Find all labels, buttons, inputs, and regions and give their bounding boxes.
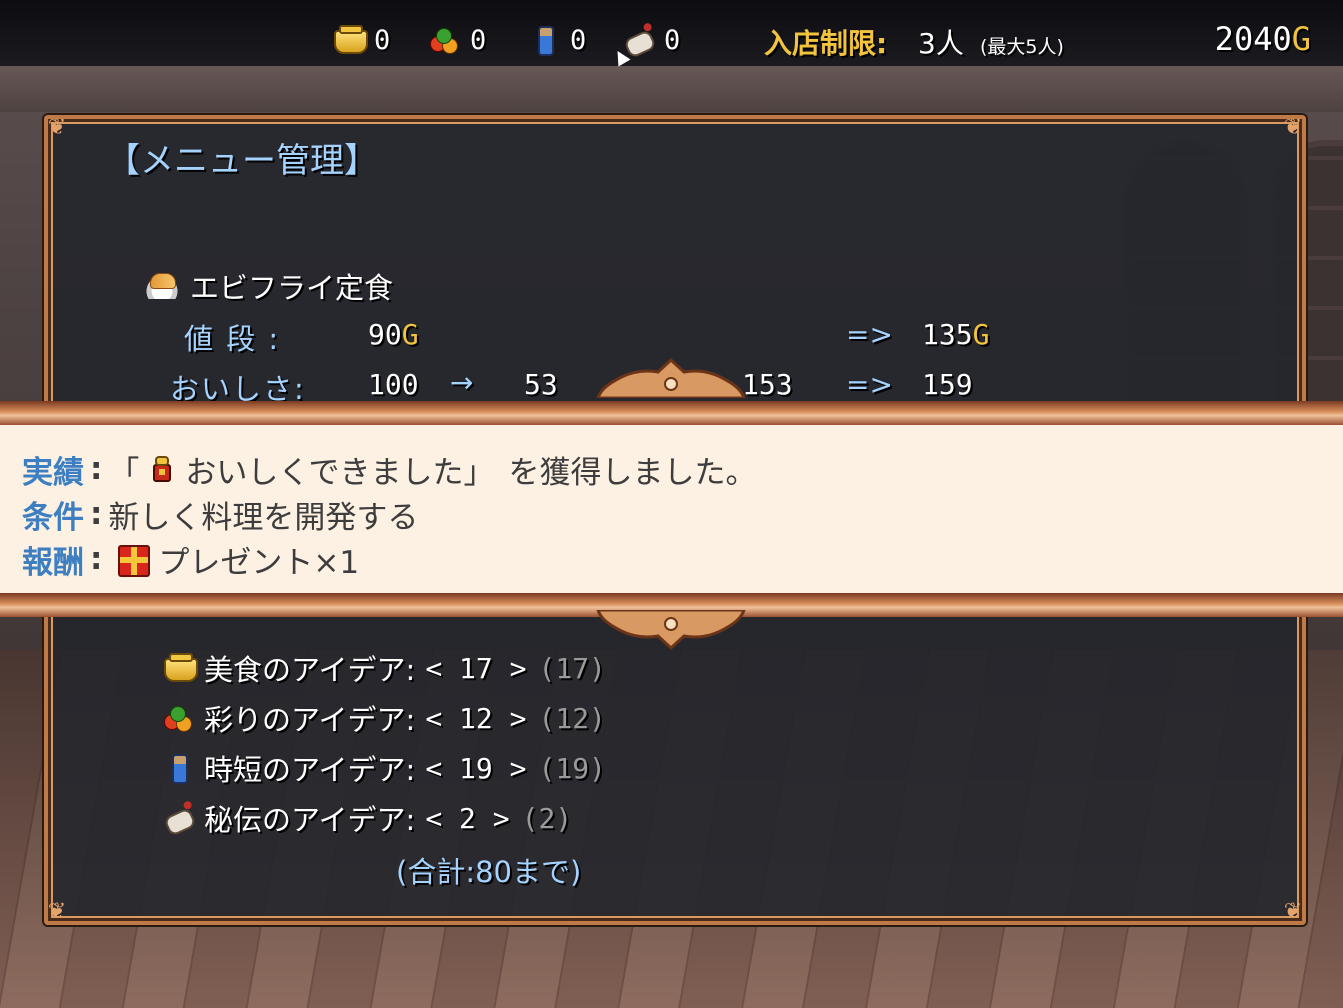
idea-label: 彩りのアイデア: bbox=[204, 703, 416, 737]
achievement-key: 実績 bbox=[22, 454, 84, 491]
frame-corner-ornament-icon: ❦ bbox=[1283, 115, 1303, 140]
achievement-notification[interactable]: 実績 : 「 おいしくできました」 を獲得しました。 条件 : 新しく料理を開発… bbox=[0, 425, 1343, 593]
idea-max: (2) bbox=[521, 801, 573, 835]
taste-base-value: 100 bbox=[368, 368, 419, 401]
idea-max: (12) bbox=[538, 701, 606, 735]
gift-icon bbox=[116, 543, 151, 577]
frame-corner-ornament-icon: ❦ bbox=[1283, 899, 1303, 924]
condition-value: 新しく料理を開発する bbox=[108, 499, 419, 536]
gold-counter: 2040G bbox=[1215, 20, 1311, 58]
price-label: 値 段 : bbox=[184, 322, 281, 356]
idea-max: (17) bbox=[538, 651, 606, 685]
colon: : bbox=[90, 451, 103, 487]
store-limit-max: (最大5人) bbox=[980, 36, 1064, 58]
price-value: 90G bbox=[368, 318, 419, 351]
vegetables-icon bbox=[428, 24, 462, 56]
achievement-name: おいしくできました」 bbox=[185, 454, 495, 491]
colon: : bbox=[90, 496, 103, 532]
bottle-icon bbox=[162, 752, 196, 784]
idea-row-color[interactable]: 彩りのアイデア: < 12 > (12) bbox=[162, 698, 606, 738]
idea-value-stepper[interactable]: < 19 > bbox=[425, 752, 526, 785]
top-hud: 0 0 0 0 入店制限: 3人 (最大5人) 2040G bbox=[0, 0, 1343, 66]
scroll-icon bbox=[622, 24, 657, 59]
fried-shrimp-icon bbox=[142, 269, 184, 303]
hud-resource-bottle: 0 bbox=[528, 20, 586, 60]
idea-row-timesave[interactable]: 時短のアイデア: < 19 > (19) bbox=[162, 748, 606, 788]
idea-value-stepper[interactable]: < 12 > bbox=[425, 702, 526, 735]
idea-row-gourmet[interactable]: 美食のアイデア: < 17 > (17) bbox=[162, 648, 606, 688]
achievement-open-bracket: 「 bbox=[108, 454, 140, 491]
price-arrow: => bbox=[846, 318, 893, 351]
chef-trophy-icon bbox=[145, 453, 179, 485]
background-beam bbox=[0, 66, 1343, 112]
vegetables-icon bbox=[162, 702, 196, 734]
condition-line: 条件 : 新しく料理を開発する bbox=[22, 492, 418, 536]
idea-label: 時短のアイデア: bbox=[204, 753, 416, 787]
dish-name: エビフライ定食 bbox=[190, 271, 394, 305]
idea-label: 美食のアイデア: bbox=[204, 653, 416, 687]
banner-top-band bbox=[0, 401, 1343, 425]
idea-value-stepper[interactable]: < 2 > bbox=[425, 802, 509, 835]
gold-amount: 2040 bbox=[1214, 20, 1292, 58]
idea-label: 秘伝のアイデア: bbox=[204, 803, 416, 837]
gold-unit: G bbox=[1291, 20, 1311, 58]
idea-value-stepper[interactable]: < 17 > bbox=[425, 652, 526, 685]
idea-row-secret[interactable]: 秘伝のアイデア: < 2 > (2) bbox=[162, 798, 572, 838]
achievement-suffix: を獲得しました。 bbox=[508, 454, 757, 491]
reward-value: プレゼント×1 bbox=[158, 544, 360, 581]
taste-arrow: → bbox=[450, 366, 474, 399]
taste-new-value: 159 bbox=[922, 368, 973, 401]
hud-resource-value: 0 bbox=[570, 24, 587, 56]
store-limit-value: 3人 bbox=[918, 27, 964, 60]
pot-icon bbox=[332, 24, 368, 56]
hud-resource-value: 0 bbox=[470, 24, 487, 56]
hud-resource-scroll: 0 bbox=[622, 20, 680, 60]
hud-resource-value: 0 bbox=[664, 24, 681, 56]
taste-arrow-new: => bbox=[846, 368, 893, 401]
scroll-icon bbox=[162, 802, 197, 837]
idea-total: (合計:80まで) bbox=[396, 855, 582, 889]
hud-resource-vegetables: 0 bbox=[428, 20, 486, 60]
banner-bottom-ornament-icon bbox=[596, 610, 746, 650]
dish-entry[interactable]: エビフライ定食 bbox=[142, 265, 393, 307]
reward-key: 報酬 bbox=[22, 544, 84, 581]
pot-icon bbox=[162, 652, 198, 684]
frame-corner-ornament-icon: ❦ bbox=[47, 899, 67, 924]
frame-corner-ornament-icon: ❦ bbox=[47, 115, 67, 140]
colon: : bbox=[90, 541, 103, 577]
hud-resource-pot: 0 bbox=[332, 20, 390, 60]
bottle-icon bbox=[528, 24, 562, 56]
window-title: 【メニュー管理】 bbox=[106, 141, 378, 181]
achievement-line: 実績 : 「 おいしくできました」 を獲得しました。 bbox=[22, 447, 756, 491]
idea-max: (19) bbox=[538, 751, 606, 785]
taste-total-value: 153 bbox=[742, 368, 793, 401]
hud-resource-value: 0 bbox=[374, 24, 391, 56]
store-limit-label: 入店制限: bbox=[764, 27, 888, 60]
price-new-value: 135G bbox=[922, 318, 990, 351]
banner-top-ornament-icon bbox=[596, 358, 746, 398]
reward-line: 報酬 : プレゼント×1 bbox=[22, 537, 359, 581]
condition-key: 条件 bbox=[22, 499, 84, 536]
taste-bonus-value: 53 bbox=[524, 368, 558, 401]
